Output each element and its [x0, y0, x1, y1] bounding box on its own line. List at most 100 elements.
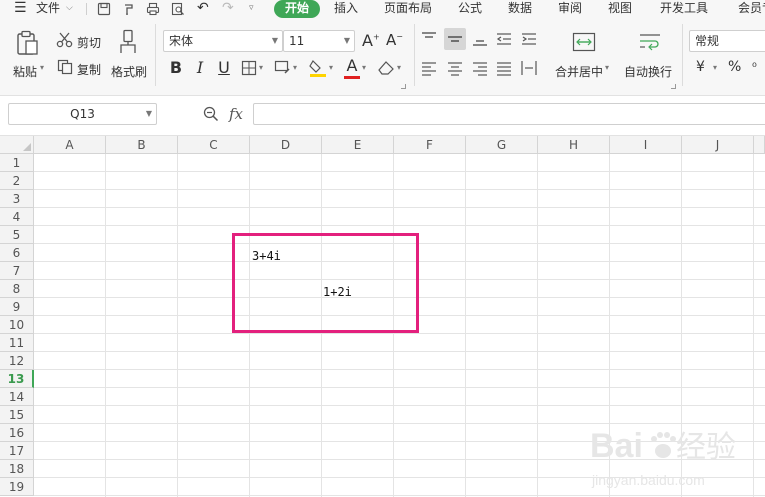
wrap-text-icon[interactable] — [638, 32, 662, 52]
row-header-6[interactable]: 6 — [0, 244, 34, 262]
tab-developer[interactable]: 开发工具 — [660, 0, 708, 18]
row-header-5[interactable]: 5 — [0, 226, 34, 244]
tab-data[interactable]: 数据 — [508, 0, 532, 18]
row-header-9[interactable]: 9 — [0, 298, 34, 316]
column-header-H[interactable]: H — [538, 136, 610, 154]
merge-center-icon[interactable] — [572, 32, 596, 52]
row-header-2[interactable]: 2 — [0, 172, 34, 190]
tab-formulas[interactable]: 公式 — [458, 0, 482, 18]
align-top-icon[interactable] — [421, 31, 437, 47]
percent-format-button[interactable]: % — [728, 59, 741, 75]
undo-icon[interactable]: ↶ — [197, 0, 209, 18]
increase-indent-icon[interactable] — [521, 31, 537, 47]
chevron-down-icon[interactable]: ⌵ — [66, 0, 73, 18]
merge-center-label[interactable]: 合并居中 — [555, 63, 603, 80]
hamburger-icon[interactable]: ☰ — [14, 0, 27, 18]
justify-icon[interactable] — [496, 60, 512, 76]
row-header-12[interactable]: 12 — [0, 352, 34, 370]
file-menu[interactable]: 文件 — [36, 0, 60, 18]
paste-icon[interactable] — [16, 30, 40, 56]
fill-color-icon[interactable] — [309, 58, 327, 78]
tab-home[interactable]: 开始 — [274, 0, 321, 18]
format-painter-icon[interactable] — [118, 29, 138, 55]
copy-label[interactable]: 复制 — [77, 61, 101, 78]
column-header-C[interactable]: C — [178, 136, 250, 154]
quick-access-more-icon[interactable]: ▿ — [249, 0, 254, 18]
print-icon[interactable] — [146, 2, 160, 16]
name-box[interactable]: Q13 ▼ — [8, 103, 157, 125]
alignment-dialog-launcher[interactable] — [671, 84, 676, 89]
thousands-separator-icon[interactable]: ⁰ — [752, 60, 757, 74]
format-painter-label[interactable]: 格式刷 — [111, 63, 147, 80]
chevron-down-icon[interactable]: ▾ — [329, 63, 333, 72]
font-name-select[interactable]: 宋体 ▼ — [163, 30, 283, 52]
decrease-indent-icon[interactable] — [496, 31, 512, 47]
column-header-F[interactable]: F — [394, 136, 466, 154]
font-dialog-launcher[interactable] — [401, 84, 406, 89]
align-middle-button[interactable] — [444, 28, 466, 50]
chevron-down-icon[interactable]: ▾ — [259, 63, 263, 72]
spreadsheet-grid[interactable]: ABCDEFGHIJ 1 2 3 4 5 6 7 8 9 10 11 12 13 14 15 16 17 18 19… — [0, 136, 765, 497]
eraser-icon[interactable] — [377, 60, 395, 76]
chevron-down-icon[interactable]: ▾ — [397, 63, 401, 72]
zoom-search-icon[interactable] — [203, 106, 219, 122]
select-all-corner[interactable] — [0, 136, 34, 154]
bold-icon[interactable]: B — [166, 58, 186, 78]
currency-format-button[interactable]: ¥ — [696, 59, 705, 75]
chevron-down-icon[interactable]: ▾ — [605, 63, 609, 72]
column-header-D[interactable]: D — [250, 136, 322, 154]
row-header-14[interactable]: 14 — [0, 388, 34, 406]
font-color-icon[interactable]: A — [342, 56, 362, 76]
row-header-17[interactable]: 17 — [0, 442, 34, 460]
cut-icon[interactable] — [56, 32, 73, 48]
tab-page-layout[interactable]: 页面布局 — [384, 0, 432, 18]
cut-label[interactable]: 剪切 — [77, 34, 101, 51]
redo-icon[interactable]: ↷ — [222, 0, 234, 18]
cell-style-icon[interactable] — [274, 60, 291, 76]
tab-view[interactable]: 视图 — [608, 0, 632, 18]
align-left-icon[interactable] — [421, 60, 437, 76]
paste-label[interactable]: 粘贴 — [13, 63, 37, 80]
chevron-down-icon[interactable]: ▾ — [362, 63, 366, 72]
column-header-B[interactable]: B — [106, 136, 178, 154]
align-right-icon[interactable] — [472, 60, 488, 76]
increase-font-icon[interactable]: A+ — [362, 31, 380, 50]
insert-function-button[interactable]: fx — [229, 105, 243, 123]
row-header-18[interactable]: 18 — [0, 460, 34, 478]
tab-insert[interactable]: 插入 — [334, 0, 358, 18]
print-preview-icon[interactable] — [171, 2, 185, 16]
chevron-down-icon[interactable]: ▾ — [713, 63, 717, 72]
italic-icon[interactable]: I — [190, 58, 210, 78]
save-icon[interactable] — [97, 2, 111, 16]
row-header-11[interactable]: 11 — [0, 334, 34, 352]
wrap-text-label[interactable]: 自动换行 — [624, 63, 672, 80]
format-painter-small-icon[interactable] — [122, 2, 136, 16]
column-header-J[interactable]: J — [682, 136, 754, 154]
tab-review[interactable]: 审阅 — [558, 0, 582, 18]
row-header-4[interactable]: 4 — [0, 208, 34, 226]
row-header-15[interactable]: 15 — [0, 406, 34, 424]
column-header-E[interactable]: E — [322, 136, 394, 154]
row-header-3[interactable]: 3 — [0, 190, 34, 208]
chevron-down-icon[interactable]: ▾ — [293, 63, 297, 72]
tab-membership[interactable]: 会员专 — [738, 0, 765, 18]
row-header-13[interactable]: 13 — [0, 370, 34, 388]
column-header-A[interactable]: A — [34, 136, 106, 154]
row-header-16[interactable]: 16 — [0, 424, 34, 442]
distributed-align-icon[interactable] — [521, 60, 537, 76]
paste-dropdown-icon[interactable]: ▾ — [40, 63, 44, 72]
font-size-select[interactable]: 11 ▼ — [283, 30, 355, 52]
copy-icon[interactable] — [57, 59, 73, 75]
column-header-G[interactable]: G — [466, 136, 538, 154]
align-center-icon[interactable] — [447, 60, 463, 76]
row-header-7[interactable]: 7 — [0, 262, 34, 280]
column-header-I[interactable]: I — [610, 136, 682, 154]
number-format-select[interactable]: 常规 — [689, 30, 765, 52]
row-header-19[interactable]: 19 — [0, 478, 34, 496]
borders-icon[interactable] — [241, 60, 257, 76]
align-bottom-icon[interactable] — [472, 31, 488, 47]
formula-input[interactable] — [253, 103, 765, 125]
row-header-1[interactable]: 1 — [0, 154, 34, 172]
decrease-font-icon[interactable]: A− — [386, 31, 403, 49]
row-header-10[interactable]: 10 — [0, 316, 34, 334]
